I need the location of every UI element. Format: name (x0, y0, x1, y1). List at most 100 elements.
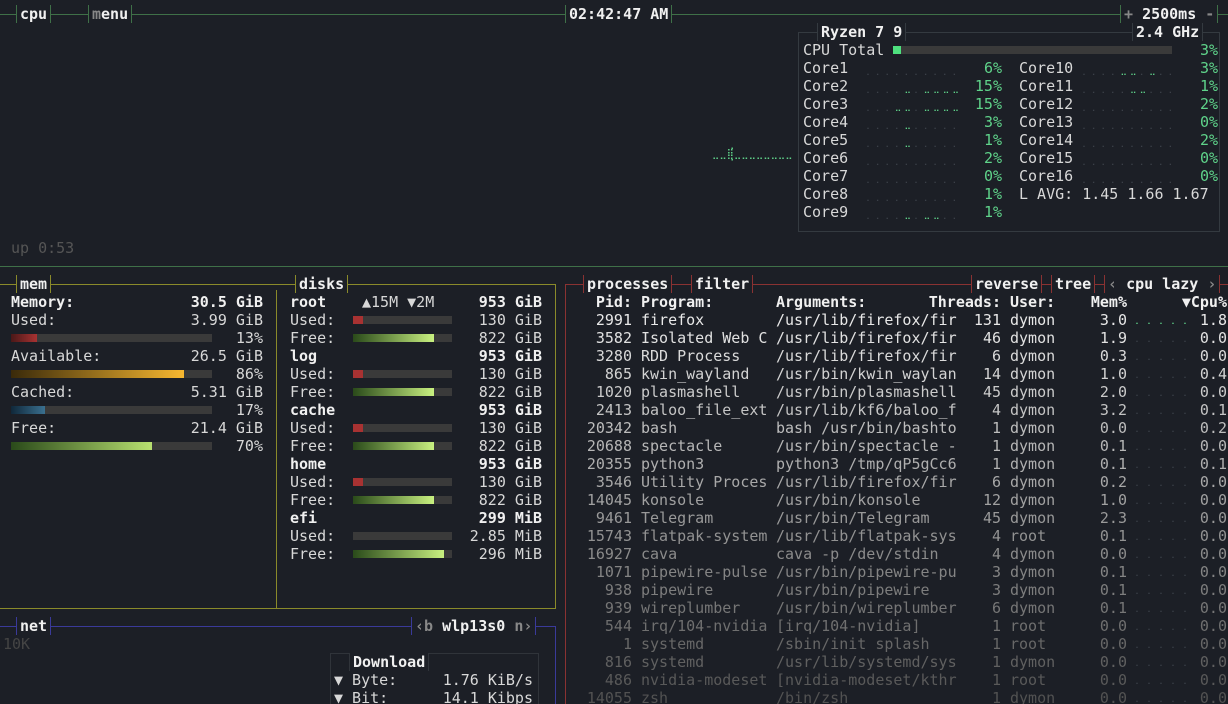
process-row[interactable]: 1 systemd/sbin/init splash 1 root 0.0 ⡀ ⡀ ⡀ ⡀… (566, 635, 1228, 653)
process-cpu: 0.0 (1199, 581, 1227, 599)
process-row[interactable]: 1020 plasmashell/usr/bin/plasmashell 45 dym… (566, 383, 1228, 401)
process-pid: 9461 (595, 509, 632, 527)
mem-disks-divider (276, 290, 277, 608)
process-row[interactable]: 3582 Isolated Web C/usr/lib/firefox/fir 46… (566, 329, 1228, 347)
core-sparkline: ⡀ ⡀ ⡀ ⡀ ⣀ ⡀ ⣀ ⣀ ⣀ ⣀ (866, 84, 959, 94)
process-cpu-sparkline: ⡀ ⡀ ⡀ ⡀ ⡀ (1135, 531, 1190, 541)
process-threads: 1 (991, 455, 1001, 473)
process-user: dymon (1010, 473, 1056, 491)
header-mem[interactable]: Mem% (1091, 293, 1127, 311)
process-row[interactable]: 816 systemd/usr/lib/systemd/sys 1 dymon 0.0 ⡀… (566, 653, 1228, 671)
process-row[interactable]: 14055 zsh/bin/zsh 1 dymon 0.0 ⡀ ⡀ ⡀ ⡀ ⡀ 0.0 (566, 689, 1228, 704)
process-row[interactable]: 3280 RDD Process/usr/lib/firefox/fir 6 dymo… (566, 347, 1228, 365)
process-mem: 0.2 (1099, 473, 1127, 491)
download-title: Download (349, 653, 430, 671)
process-row[interactable]: 20355 python3 python3 /tmp/qP5gCc6 1 dymon 0.… (566, 455, 1228, 473)
net-interface-name: wlp13s0 (442, 617, 506, 635)
process-row[interactable]: 1071 pipewire-pulse/usr/bin/pipewire-pu 3 d… (566, 563, 1228, 581)
disk-name: root (290, 293, 327, 311)
process-mem: 0.0 (1099, 419, 1127, 437)
process-arguments: /usr/lib/firefox/fir (776, 311, 957, 329)
disk-total: 953 GiB (478, 455, 542, 473)
disks-title: disks (295, 275, 349, 293)
menu-tab[interactable]: menu (88, 5, 133, 23)
process-user: dymon (1010, 347, 1056, 365)
process-mem: 0.1 (1099, 581, 1127, 599)
process-user: root (1010, 671, 1047, 689)
process-cpu-sparkline: ⡀ ⡀ ⡀ ⡀ ⡀ (1135, 441, 1190, 451)
process-row[interactable]: 2413 baloo_file_ext/usr/lib/kf6/baloo_f 4 d… (566, 401, 1228, 419)
process-arguments: /usr/bin/pipewire (776, 581, 930, 599)
disk-used-bar-fill (353, 316, 363, 324)
header-program[interactable]: Program: (641, 293, 713, 311)
mem-stat-bar (11, 442, 212, 450)
disk-used-value: 2.85 MiB (469, 527, 542, 545)
process-pid: 15743 (586, 527, 632, 545)
core-sparkline: ⡀ ⡀ ⡀ ⡀ ⣀ ⣀ ⡀ ⣀ ⡀ ⡀ (1082, 66, 1175, 76)
process-cpu: 0.0 (1199, 491, 1227, 509)
sort-prev-button[interactable]: ‹ (1108, 275, 1117, 293)
process-row[interactable]: 865 kwin_wayland/usr/bin/kwin_waylan 14 dym… (566, 365, 1228, 383)
disk-free-bar-fill (353, 550, 445, 558)
process-cpu: 0.0 (1199, 527, 1227, 545)
mem-stat-label: Used: (11, 311, 57, 329)
process-pid: 938 (604, 581, 632, 599)
process-row[interactable]: 9461 Telegram/usr/bin/Telegram 45 dymon 2.3 ⡀… (566, 509, 1228, 527)
process-mem: 0.1 (1099, 563, 1127, 581)
process-row[interactable]: 939 wireplumber/usr/bin/wireplumber 6 dymon… (566, 599, 1228, 617)
disk-total: 299 MiB (478, 509, 542, 527)
cpu-total-pct: 3% (1199, 41, 1218, 59)
cpu-tab[interactable]: cpu (16, 5, 52, 23)
process-row[interactable]: 15743 flatpak-system/usr/lib/flatpak-sys 4… (566, 527, 1228, 545)
process-row[interactable]: 3546 Utility Proces/usr/lib/firefox/fir 6 d… (566, 473, 1228, 491)
process-row[interactable]: 544 irq/104-nvidia [irq/104-nvidia] 1 root 0.… (566, 617, 1228, 635)
process-user: dymon (1010, 563, 1056, 581)
process-row[interactable]: 486 nvidia-modeset [nvidia-modeset/kthr 1 ro… (566, 671, 1228, 689)
interval-increase-button[interactable]: + (1124, 5, 1133, 23)
process-pid: 486 (604, 671, 632, 689)
net-graph-scale: 10K (3, 635, 31, 653)
core-pct: 0% (1199, 113, 1218, 131)
process-cpu: 0.0 (1199, 599, 1227, 617)
interval-decrease-button[interactable]: - (1205, 5, 1214, 23)
core-sparkline: ⡀ ⡀ ⡀ ⡀ ⡀ ⡀ ⡀ ⡀ ⡀ ⡀ (866, 174, 959, 184)
header-user[interactable]: User: (1010, 293, 1055, 311)
process-row[interactable]: 20342 bash bash /usr/bin/bashto 1 dymon 0.0 ⡀ … (566, 419, 1228, 437)
process-row[interactable]: 938 pipewire/usr/bin/pipewire 3 dymon 0.1 ⡀ ⡀… (566, 581, 1228, 599)
process-user: dymon (1010, 599, 1056, 617)
disk-free-bar-fill (353, 442, 435, 450)
process-pid: 1 (622, 635, 632, 653)
process-program: pipewire-pulse (641, 563, 768, 581)
process-row[interactable]: 20688 spectacle/usr/bin/spectacle - 1 dymon… (566, 437, 1228, 455)
header-cpu[interactable]: ▼Cpu% (1182, 293, 1227, 311)
net-next-interface-button[interactable]: n› (514, 617, 532, 635)
core-label: Core7 (803, 167, 849, 185)
process-program: python3 (641, 455, 705, 473)
process-mem: 0.0 (1099, 689, 1127, 704)
filter-button[interactable]: filter (691, 275, 754, 293)
process-program: systemd (641, 635, 705, 653)
reverse-toggle[interactable]: reverse (971, 275, 1043, 293)
process-pid: 20342 (586, 419, 632, 437)
header-pid[interactable]: Pid: (596, 293, 632, 311)
disk-used-bar-fill (353, 370, 363, 378)
process-pid: 544 (604, 617, 632, 635)
tree-toggle[interactable]: tree (1051, 275, 1096, 293)
process-threads: 1 (991, 617, 1001, 635)
process-row[interactable]: 2991 firefox/usr/lib/firefox/fir 131 dymon 3… (566, 311, 1228, 329)
process-threads: 4 (991, 401, 1001, 419)
process-cpu-sparkline: ⡀ ⡀ ⡀ ⡀ ⡀ (1135, 621, 1190, 631)
process-user: dymon (1010, 383, 1056, 401)
header-arguments[interactable]: Arguments: (776, 293, 866, 311)
process-arguments: bash /usr/bin/bashto (776, 419, 957, 437)
net-title: net (16, 617, 52, 635)
process-user: root (1010, 635, 1047, 653)
process-row[interactable]: 16927 cava cava -p /dev/stdin 4 dymon 0.0 ⡀ ⡀ … (566, 545, 1228, 563)
process-threads: 45 (982, 383, 1001, 401)
core-sparkline: ⡀ ⡀ ⡀ ⡀ ⡀ ⡀ ⡀ ⡀ ⡀ ⡀ (1082, 120, 1175, 130)
uptime: up 0:53 (11, 239, 75, 257)
net-prev-interface-button[interactable]: ‹b (415, 617, 433, 635)
sort-next-button[interactable]: › (1207, 275, 1216, 293)
header-threads[interactable]: Threads: (929, 293, 1001, 311)
process-row[interactable]: 14045 konsole/usr/bin/konsole 12 dymon 1.0 ⡀ … (566, 491, 1228, 509)
